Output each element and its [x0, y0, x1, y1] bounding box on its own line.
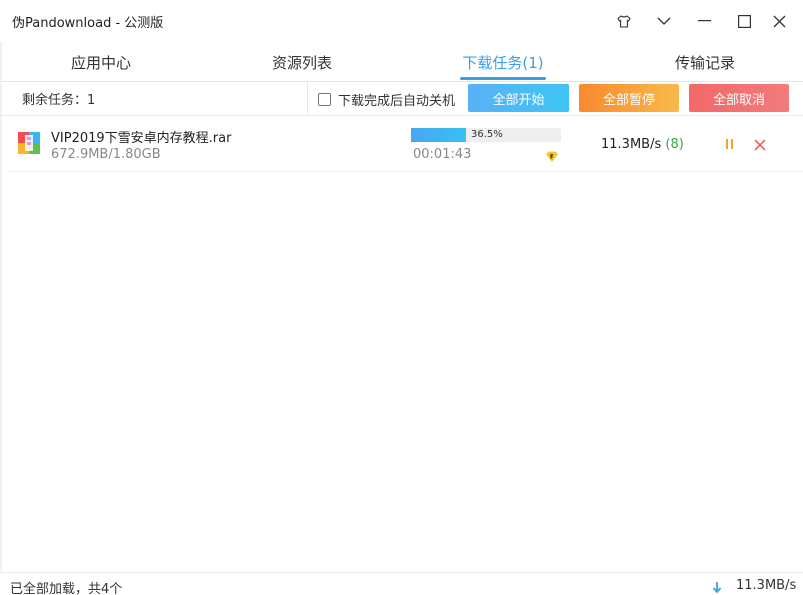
status-total-speed: 11.3MB/s [736, 578, 797, 593]
toolbar-divider [0, 115, 803, 116]
start-all-button[interactable]: 全部开始 [468, 84, 569, 112]
task-speed: 11.3MB/s (8) [601, 137, 684, 152]
remaining-tasks: 剩余任务：1 [8, 82, 308, 114]
window-title: 伪Pandownload - 公测版 [12, 16, 164, 31]
archive-file-icon [18, 132, 40, 154]
task-file-size: 672.9MB/1.80GB [51, 147, 161, 162]
main-tabs: 应用中心 资源列表 下载任务(1) 传输记录 [0, 44, 803, 80]
download-arrow-icon [711, 579, 723, 594]
minimize-icon[interactable] [689, 8, 719, 34]
auto-shutdown-checkbox[interactable] [318, 93, 331, 106]
vip-badge-icon [545, 148, 559, 162]
cancel-all-button[interactable]: 全部取消 [689, 84, 789, 112]
chevron-down-icon[interactable] [649, 8, 679, 34]
tab-app-center[interactable]: 应用中心 [48, 44, 154, 80]
tab-label: 应用中心 [70, 53, 131, 72]
maximize-icon[interactable] [729, 8, 759, 34]
skin-icon[interactable] [609, 8, 639, 34]
task-connections: (8) [665, 137, 684, 152]
task-progress-label: 36.5% [471, 129, 503, 140]
cancel-task-icon[interactable] [753, 137, 767, 151]
status-bar: 已全部加载，共4个 11.3MB/s [0, 572, 803, 595]
tab-label: 下载任务(1) [462, 53, 544, 72]
task-progress-bar: 36.5% [411, 128, 561, 142]
title-bar: 伪Pandownload - 公测版 [0, 0, 803, 42]
tab-download-tasks[interactable]: 下载任务(1) [460, 44, 546, 80]
pause-task-icon[interactable] [722, 137, 736, 151]
tab-label: 资源列表 [271, 53, 332, 72]
task-file-name: VIP2019下雪安卓内存教程.rar [51, 131, 232, 146]
task-progress-fill [411, 128, 466, 142]
task-row[interactable]: VIP2019下雪安卓内存教程.rar 672.9MB/1.80GB 36.5%… [8, 118, 803, 172]
task-elapsed-time: 00:01:43 [413, 147, 472, 162]
auto-shutdown-option[interactable]: 下载完成后自动关机 [318, 90, 455, 109]
active-tab-indicator [460, 77, 546, 80]
tab-resource-list[interactable]: 资源列表 [249, 44, 355, 80]
auto-shutdown-label: 下载完成后自动关机 [338, 94, 456, 109]
pause-all-button[interactable]: 全部暂停 [579, 84, 679, 112]
status-text: 已全部加载，共4个 [10, 582, 123, 595]
task-toolbar: 剩余任务：1 下载完成后自动关机 全部开始 全部暂停 全部取消 [0, 82, 803, 116]
task-speed-value: 11.3MB/s [601, 137, 662, 152]
close-icon[interactable] [764, 8, 794, 34]
tab-transfer-history[interactable]: 传输记录 [652, 44, 758, 80]
tab-label: 传输记录 [674, 53, 735, 72]
left-edge [0, 42, 2, 572]
